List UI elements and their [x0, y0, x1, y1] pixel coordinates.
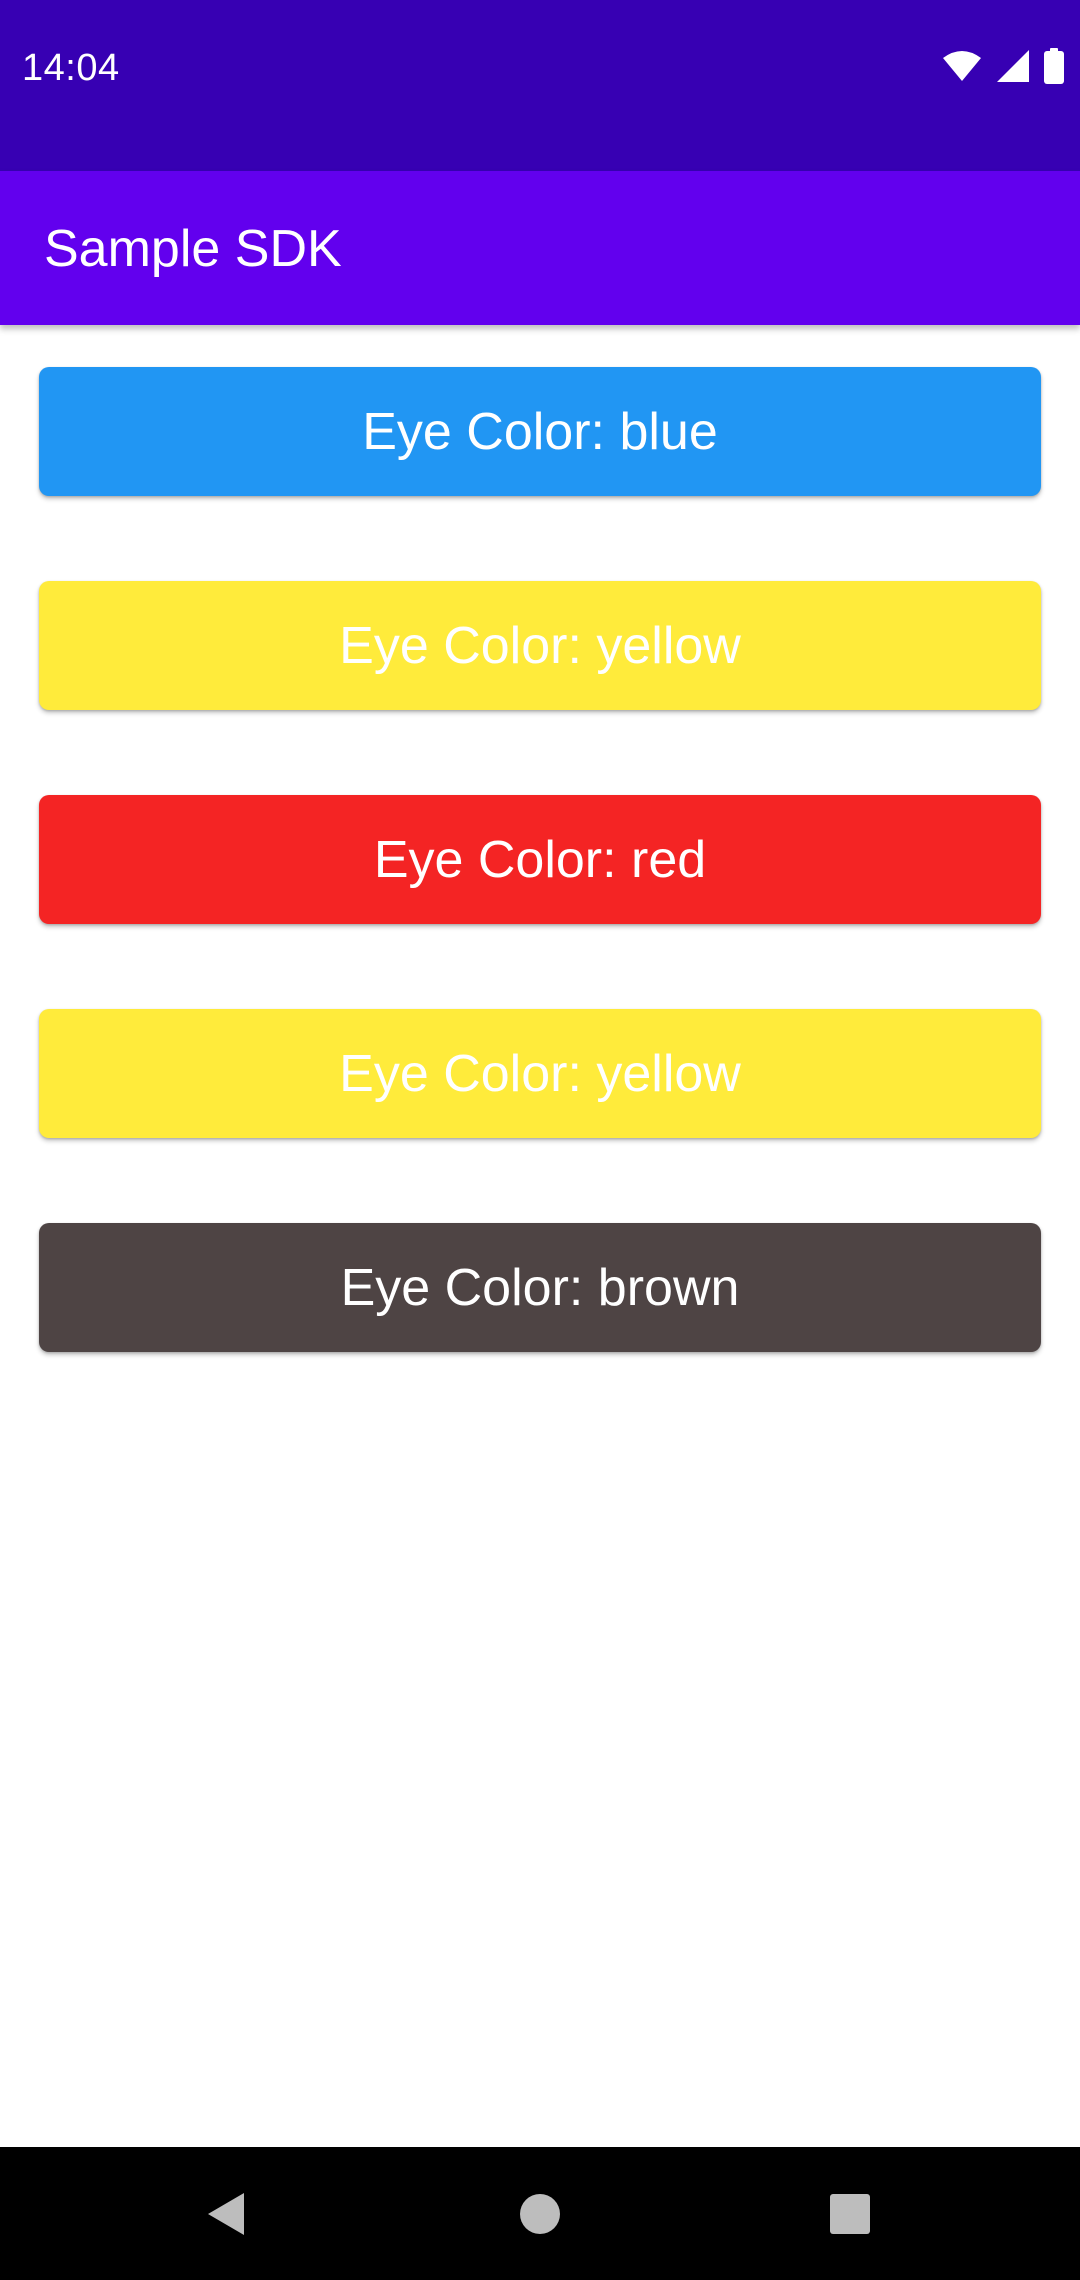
status-bar: 14:04 — [0, 0, 1080, 171]
recents-icon — [830, 2193, 870, 2234]
wifi-icon — [942, 50, 982, 82]
eye-color-button-blue[interactable]: Eye Color: blue — [39, 367, 1041, 496]
app-bar: Sample SDK — [0, 171, 1080, 325]
eye-color-button-label: Eye Color: blue — [362, 402, 718, 461]
home-button[interactable] — [460, 2147, 620, 2280]
eye-color-button-yellow[interactable]: Eye Color: yellow — [39, 581, 1041, 710]
eye-color-button-red[interactable]: Eye Color: red — [39, 795, 1041, 924]
eye-color-button-label: Eye Color: red — [373, 830, 707, 889]
eye-color-button-yellow-2[interactable]: Eye Color: yellow — [39, 1009, 1041, 1138]
navigation-bar — [0, 2147, 1080, 2280]
eye-color-button-label: Eye Color: brown — [340, 1258, 740, 1317]
status-icons — [942, 46, 1064, 86]
signal-icon — [996, 49, 1030, 83]
eye-color-button-label: Eye Color: yellow — [339, 1044, 741, 1103]
content: Eye Color: blue Eye Color: yellow Eye Co… — [0, 325, 1080, 2147]
app-title: Sample SDK — [44, 220, 342, 278]
battery-icon — [1044, 48, 1064, 84]
back-button[interactable] — [146, 2147, 306, 2280]
home-icon — [520, 2193, 560, 2234]
screen: 14:04 Sample SDK Eye Color: blue Eye Col… — [0, 0, 1080, 2280]
back-icon — [206, 2192, 246, 2236]
eye-color-button-brown[interactable]: Eye Color: brown — [39, 1223, 1041, 1352]
eye-color-button-label: Eye Color: yellow — [339, 616, 741, 675]
recents-button[interactable] — [770, 2147, 930, 2280]
status-time: 14:04 — [22, 47, 120, 89]
